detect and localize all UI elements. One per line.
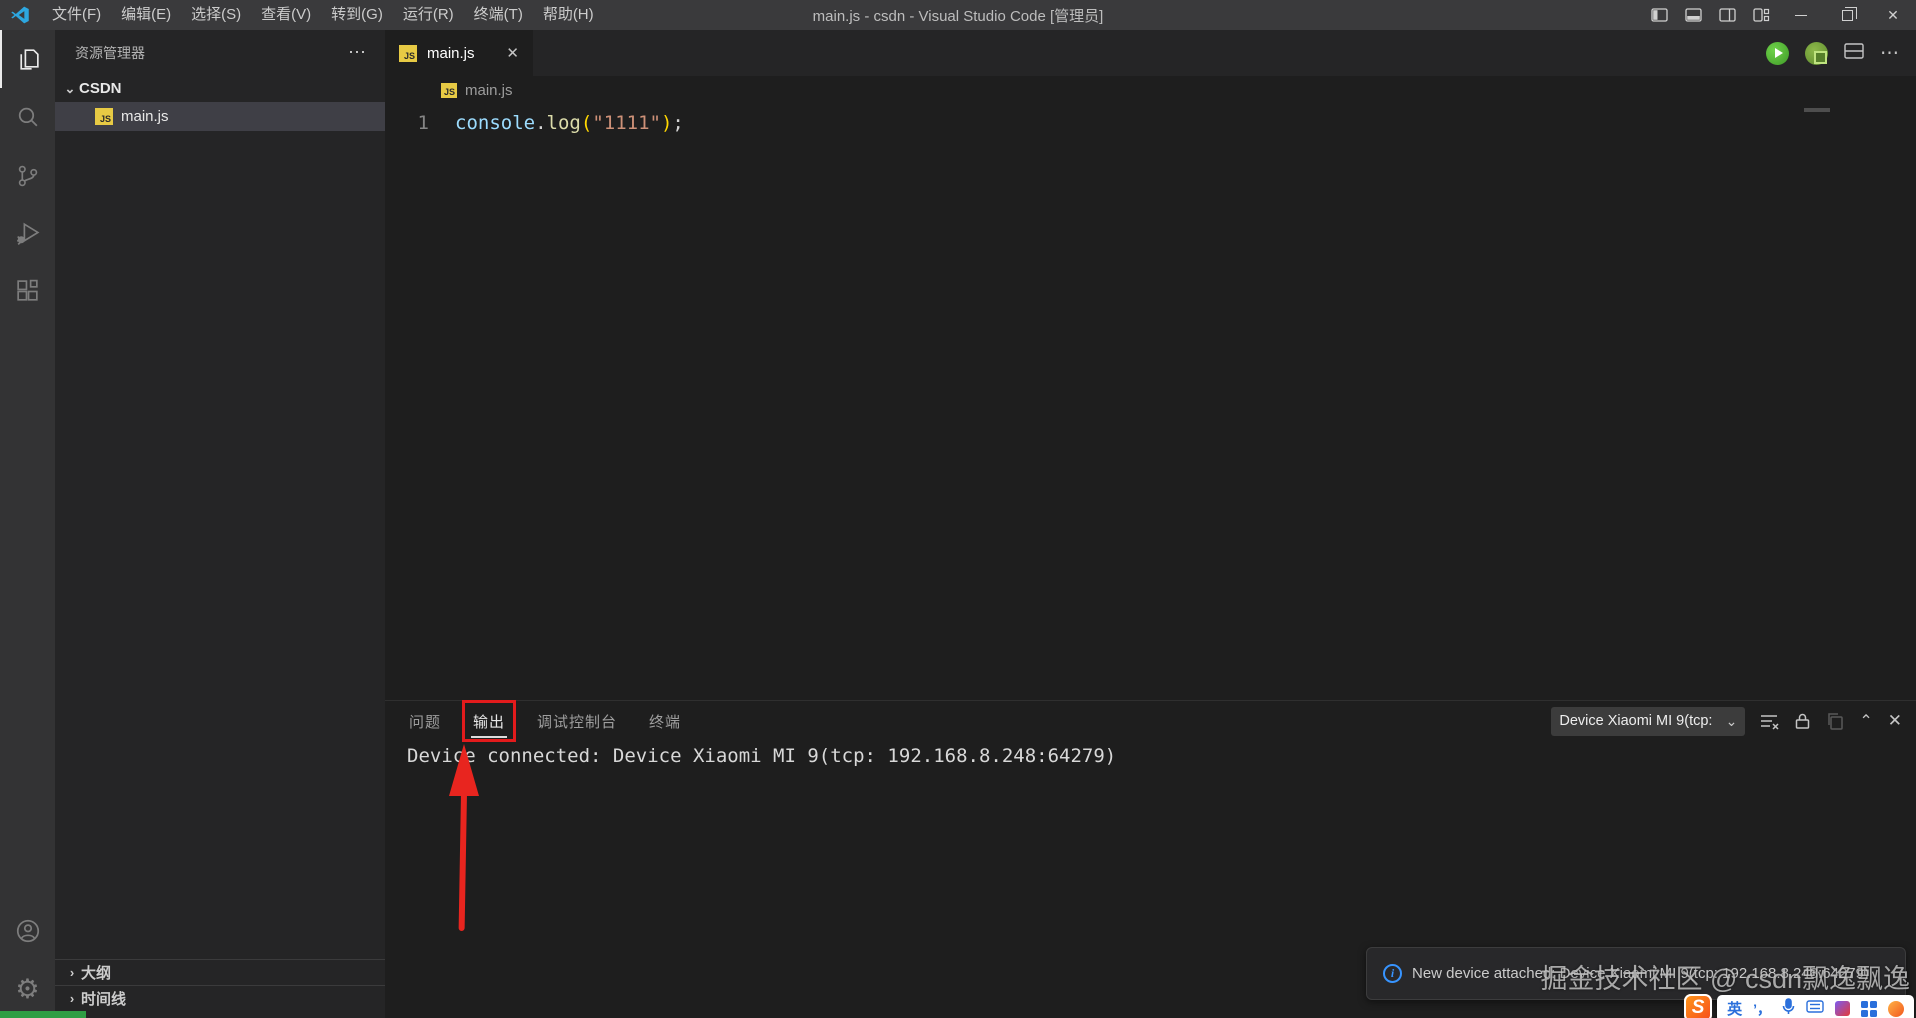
editor-group: JS main.js ✕ ⋯ JS main.js 1 console.log(… (385, 30, 1916, 700)
explorer-title: 资源管理器 (75, 44, 145, 61)
chevron-down-icon: ⌄ (1725, 712, 1738, 729)
annotation-red-box (462, 699, 517, 742)
vscode-logo-icon (11, 6, 29, 24)
menu-selection[interactable]: 选择(S) (181, 0, 251, 30)
explorer-more-actions-icon[interactable]: ⋯ (348, 42, 367, 63)
sogou-logo-icon[interactable]: S (1684, 994, 1713, 1018)
menu-view[interactable]: 查看(V) (251, 0, 321, 30)
tab-label: main.js (427, 44, 475, 62)
split-editor-icon[interactable] (1844, 42, 1864, 64)
panel-tab-output[interactable]: 输出 (462, 699, 517, 742)
maximize-panel-icon[interactable]: ⌃ (1859, 711, 1872, 731)
js-file-icon: JS (95, 108, 113, 125)
vscode-window: 文件(F) 编辑(E) 选择(S) 查看(V) 转到(G) 运行(R) 终端(T… (0, 0, 1916, 1018)
toggle-sidebar-icon[interactable] (1642, 0, 1676, 30)
account-icon[interactable] (0, 902, 55, 960)
outline-label: 大纲 (81, 965, 112, 982)
editor-tab-bar: JS main.js ✕ ⋯ (385, 30, 1916, 76)
minimap[interactable] (1804, 108, 1830, 112)
lock-autoscroll-icon[interactable] (1794, 712, 1811, 730)
file-name: main.js (121, 108, 169, 125)
panel-tab-bar: 问题 输出 调试控制台 终端 Device Xiaomi MI 9(tcp: ⌄ (385, 699, 1916, 742)
output-line: Device connected: Device Xiaomi MI 9(tcp… (407, 745, 1117, 767)
extensions-icon[interactable] (0, 262, 55, 320)
close-window-button[interactable]: ✕ (1870, 0, 1916, 30)
explorer-sidebar: 资源管理器 ⋯ ⌄ CSDN JS main.js › 大纲 › 时间线 (55, 30, 385, 1018)
file-row-mainjs[interactable]: JS main.js (55, 102, 385, 131)
info-icon: i (1383, 964, 1402, 983)
ime-language-toggle[interactable]: 英 (1727, 998, 1742, 1018)
minimize-button[interactable] (1778, 0, 1824, 30)
editor-more-actions-icon[interactable]: ⋯ (1880, 42, 1900, 65)
js-file-icon: JS (399, 44, 417, 62)
toggle-panel-icon[interactable] (1676, 0, 1710, 30)
panel-tab-terminal[interactable]: 终端 (647, 705, 683, 738)
open-output-in-editor-icon[interactable] (1826, 712, 1844, 730)
chevron-down-icon: ⌄ (64, 80, 76, 96)
tab-close-icon[interactable]: ✕ (502, 42, 523, 64)
ime-keyboard-icon[interactable] (1806, 999, 1824, 1018)
ime-punctuation-toggle[interactable]: ’， (1753, 999, 1771, 1018)
ime-microphone-icon[interactable] (1782, 997, 1795, 1018)
clear-output-icon[interactable] (1760, 713, 1779, 730)
panel-controls: Device Xiaomi MI 9(tcp: ⌄ ⌃ ✕ (1551, 706, 1916, 736)
red-arrow-head (449, 744, 479, 796)
status-bar-remote-indicator[interactable] (0, 1011, 86, 1018)
search-icon[interactable] (0, 88, 55, 146)
ime-toolbar: S 英 ’， (1684, 994, 1914, 1018)
folder-name: CSDN (79, 80, 122, 97)
menu-go[interactable]: 转到(G) (321, 0, 393, 30)
menu-file[interactable]: 文件(F) (42, 0, 111, 30)
title-bar: 文件(F) 编辑(E) 选择(S) 查看(V) 转到(G) 运行(R) 终端(T… (0, 0, 1916, 30)
customize-layout-icon[interactable] (1744, 0, 1778, 30)
output-console[interactable]: Device connected: Device Xiaomi MI 9(tcp… (385, 741, 1916, 767)
line-number: 1 (417, 112, 429, 134)
outline-section[interactable]: › 大纲 (55, 959, 385, 985)
menu-edit[interactable]: 编辑(E) (111, 0, 181, 30)
breadcrumb[interactable]: JS main.js (385, 76, 1916, 105)
settings-gear-icon[interactable]: ⚙ (0, 960, 55, 1018)
ime-emoji-icon[interactable] (1888, 1000, 1904, 1017)
menu-terminal[interactable]: 终端(T) (464, 0, 533, 30)
source-control-icon[interactable] (0, 146, 55, 204)
tab-mainjs[interactable]: JS main.js ✕ (385, 30, 533, 76)
close-panel-icon[interactable]: ✕ (1888, 711, 1902, 731)
run-code-button[interactable] (1766, 41, 1789, 65)
explorer-icon[interactable] (0, 30, 55, 88)
breadcrumb-filename: main.js (465, 82, 513, 99)
js-file-icon: JS (441, 83, 457, 98)
chevron-right-icon: › (69, 991, 75, 1006)
ime-toolbox-icon[interactable] (1861, 1000, 1877, 1017)
code-line-1[interactable]: 1 console.log("1111"); (385, 109, 1916, 137)
toggle-secondary-sidebar-icon[interactable] (1710, 0, 1744, 30)
ime-skin-icon[interactable] (1835, 1001, 1850, 1016)
run-debug-icon[interactable] (0, 204, 55, 262)
editor-actions: ⋯ (1766, 30, 1916, 76)
menu-run[interactable]: 运行(R) (393, 0, 464, 30)
activity-bar: ⚙ (0, 30, 55, 1018)
output-channel-dropdown[interactable]: Device Xiaomi MI 9(tcp: ⌄ (1551, 706, 1746, 736)
folder-row-csdn[interactable]: ⌄ CSDN (55, 75, 385, 102)
panel-tab-problems[interactable]: 问题 (407, 705, 443, 738)
menu-help[interactable]: 帮助(H) (533, 0, 604, 30)
restore-button[interactable] (1824, 0, 1870, 30)
timeline-label: 时间线 (81, 991, 127, 1008)
chevron-right-icon: › (69, 965, 75, 980)
code-text: console.log("1111"); (455, 112, 684, 134)
run-on-device-button[interactable] (1805, 41, 1828, 65)
watermark-text: 掘金技术社区 @ csdn飘逸飘逸 (1540, 964, 1910, 994)
panel-tab-debug-console[interactable]: 调试控制台 (535, 705, 619, 738)
output-channel-value: Device Xiaomi MI 9(tcp: (1559, 713, 1713, 729)
timeline-section[interactable]: › 时间线 (55, 985, 385, 1011)
